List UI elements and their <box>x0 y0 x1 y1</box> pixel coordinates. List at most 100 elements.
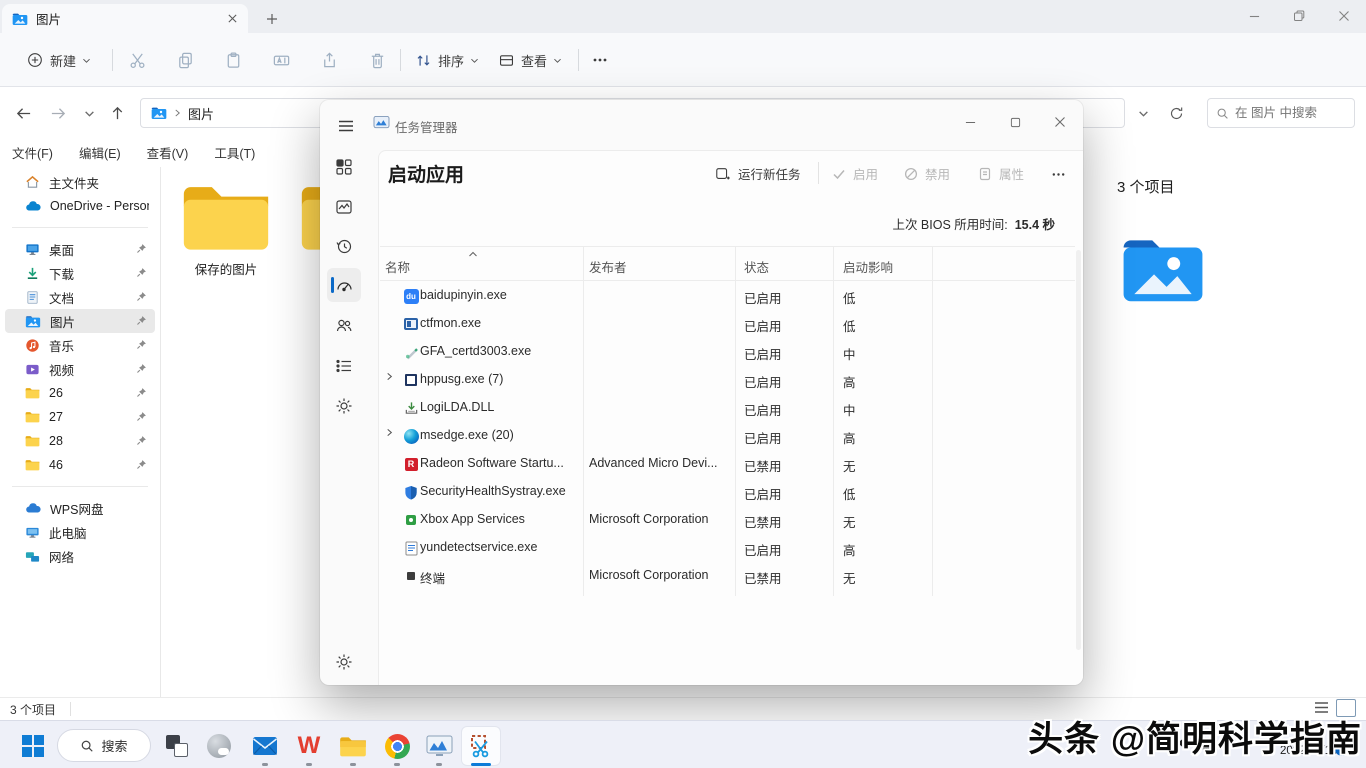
menu-edit[interactable]: 编辑(E) <box>79 143 121 162</box>
table-row[interactable]: GFA_certd3003.exe已启用中 <box>380 338 1075 366</box>
new-button[interactable]: 新建 <box>26 46 91 74</box>
window-close-button[interactable] <box>1322 0 1366 32</box>
sidebar-item-downloads[interactable]: 下载 <box>5 261 155 285</box>
sort-button[interactable]: 排序 <box>415 46 479 74</box>
tm-minimize-button[interactable] <box>950 108 990 136</box>
tm-settings-gear-icon[interactable] <box>327 645 361 679</box>
pin-icon <box>136 267 147 278</box>
tm-more-icon[interactable] <box>1045 162 1071 186</box>
sidebar-item-desktop[interactable]: 桌面 <box>5 237 155 261</box>
search-input[interactable] <box>1235 106 1346 120</box>
table-row[interactable]: LogiLDA.DLL已启用中 <box>380 394 1075 422</box>
disable-button[interactable]: 禁用 <box>904 160 950 187</box>
sidebar-item-videos[interactable]: 视频 <box>5 357 155 381</box>
sidebar-item-folder-26[interactable]: 26 <box>5 381 155 405</box>
start-button[interactable] <box>14 727 52 765</box>
window-restore-button[interactable] <box>1277 0 1321 32</box>
tab-close-icon[interactable] <box>227 13 238 24</box>
sidebar-item-folder-46[interactable]: 46 <box>5 453 155 477</box>
sidebar-item-folder-28[interactable]: 28 <box>5 429 155 453</box>
wps-office-icon[interactable]: W <box>290 727 328 765</box>
table-row[interactable]: yundetectservice.exe已启用高 <box>380 534 1075 562</box>
up-icon[interactable] <box>104 100 130 126</box>
rail-performance-icon[interactable] <box>327 190 361 224</box>
folder-tile-saved-pictures[interactable]: 保存的图片 <box>178 180 274 278</box>
back-icon[interactable] <box>10 100 36 126</box>
new-tab-button[interactable] <box>260 8 284 30</box>
scrollbar[interactable] <box>1076 250 1081 650</box>
sidebar-item-music[interactable]: 音乐 <box>5 333 155 357</box>
rail-users-icon[interactable] <box>327 309 361 343</box>
toolbar-separator <box>578 49 579 71</box>
task-manager-title: 任务管理器 <box>395 117 458 136</box>
run-new-task-button[interactable]: 运行新任务 <box>715 160 801 187</box>
column-name[interactable]: 名称 <box>385 257 410 276</box>
enable-button[interactable]: 启用 <box>832 160 878 187</box>
rename-button[interactable] <box>272 46 291 74</box>
column-publisher[interactable]: 发布者 <box>589 257 627 276</box>
table-row[interactable]: R Radeon Software Startu...Advanced Micr… <box>380 450 1075 478</box>
menu-view[interactable]: 查看(V) <box>147 143 189 162</box>
cut-button[interactable] <box>128 46 147 74</box>
taskbar-search[interactable]: 搜索 <box>57 729 151 762</box>
sidebar-item-onedrive[interactable]: OneDrive - Persona <box>5 194 155 218</box>
delete-button[interactable] <box>368 46 387 74</box>
menu-file[interactable]: 文件(F) <box>12 143 53 162</box>
rail-services-icon[interactable] <box>327 389 361 423</box>
task-view-button[interactable] <box>158 727 196 765</box>
rail-details-icon[interactable] <box>327 349 361 383</box>
table-row[interactable]: 终端Microsoft Corporation已禁用无 <box>380 562 1075 590</box>
baidu-pinyin-icon: du <box>403 288 419 304</box>
this-pc-icon <box>25 525 40 540</box>
desktop-icon <box>25 242 40 257</box>
sidebar-item-folder-27[interactable]: 27 <box>5 405 155 429</box>
sidebar-item-pictures[interactable]: 图片 <box>5 309 155 333</box>
hamburger-menu-icon[interactable] <box>333 114 359 138</box>
properties-button[interactable]: 属性 <box>978 160 1024 187</box>
share-button[interactable] <box>320 46 339 74</box>
sidebar-item-home[interactable]: 主文件夹 <box>5 170 155 194</box>
recent-locations-icon[interactable] <box>76 100 102 126</box>
view-button[interactable]: 查看 <box>498 46 562 74</box>
chrome-icon[interactable] <box>378 727 416 765</box>
column-status[interactable]: 状态 <box>744 257 769 276</box>
refresh-icon[interactable] <box>1163 100 1189 126</box>
copy-button[interactable] <box>176 46 195 74</box>
paste-button[interactable] <box>224 46 243 74</box>
pin-icon <box>136 339 147 350</box>
table-row-expandable[interactable]: msedge.exe (20)已启用高 <box>380 422 1075 450</box>
window-minimize-button[interactable] <box>1232 0 1276 32</box>
forward-icon[interactable] <box>45 100 71 126</box>
address-dropdown-icon[interactable] <box>1130 100 1156 126</box>
sidebar-item-this-pc[interactable]: 此电脑 <box>5 520 155 544</box>
explorer-tab-pictures[interactable]: 图片 <box>2 4 248 33</box>
file-explorer-icon[interactable] <box>334 727 372 765</box>
table-row[interactable]: Xbox App ServicesMicrosoft Corporation已禁… <box>380 506 1075 534</box>
table-row[interactable]: SecurityHealthSystray.exe已启用低 <box>380 478 1075 506</box>
tm-close-button[interactable] <box>1040 108 1080 136</box>
terminal-icon <box>403 568 419 584</box>
table-row[interactable]: ctfmon.exe已启用低 <box>380 310 1075 338</box>
more-options-icon[interactable] <box>592 46 608 74</box>
folder-icon <box>25 459 40 471</box>
sidebar-item-network[interactable]: 网络 <box>5 544 155 568</box>
table-row-expandable[interactable]: hppusg.exe (7)已启用高 <box>380 366 1075 394</box>
sidebar-item-wps-drive[interactable]: WPS网盘 <box>5 496 155 520</box>
expand-chevron-icon[interactable] <box>385 428 394 437</box>
search-box[interactable] <box>1207 98 1355 128</box>
xbox-icon <box>403 512 419 528</box>
rail-app-history-icon[interactable] <box>327 229 361 263</box>
task-manager-taskbar-icon[interactable] <box>420 727 458 765</box>
column-impact[interactable]: 启动影响 <box>843 257 893 276</box>
mail-app-icon[interactable] <box>246 727 284 765</box>
menu-tools[interactable]: 工具(T) <box>214 143 255 162</box>
rail-processes-icon[interactable] <box>327 150 361 184</box>
snipping-tool-icon-active[interactable] <box>462 727 500 765</box>
breadcrumb[interactable]: 图片 <box>188 104 214 123</box>
expand-chevron-icon[interactable] <box>385 372 394 381</box>
rail-startup-apps-icon[interactable] <box>327 268 361 302</box>
tm-maximize-button[interactable] <box>995 108 1035 136</box>
table-row[interactable]: du baidupinyin.exe已启用低 <box>380 282 1075 310</box>
widgets-weather-icon[interactable] <box>200 727 238 765</box>
sidebar-item-documents[interactable]: 文档 <box>5 285 155 309</box>
